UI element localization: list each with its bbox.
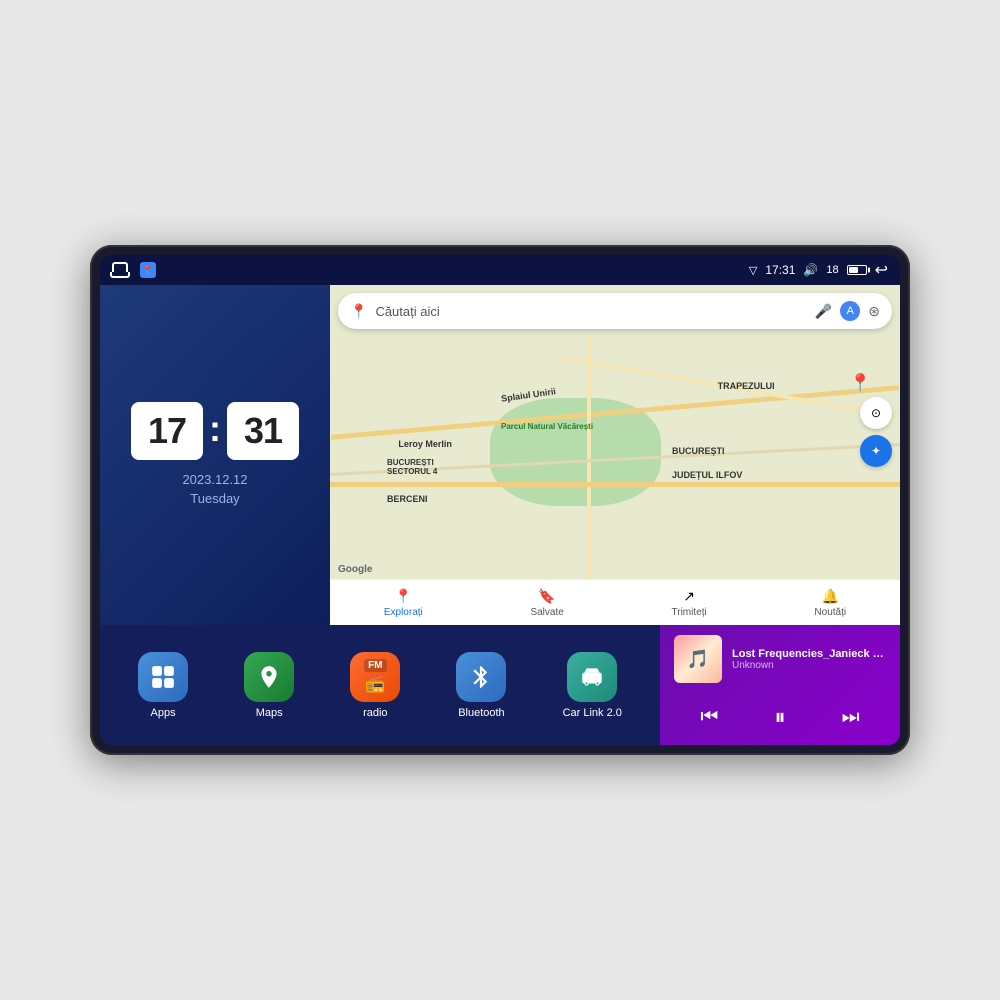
clock-minute: 31 [227,402,299,460]
map-label-ilfov: JUDEȚUL ILFOV [672,470,742,480]
app-item-maps[interactable]: Maps [244,652,294,719]
music-info: 🎵 Lost Frequencies_Janieck Devy-... Unkn… [674,635,886,683]
map-controls: ⊙ ✦ [860,397,892,467]
mic-icon[interactable]: 🎤 [815,303,832,320]
radio-icon: FM 📻 [350,652,400,702]
map-label-leroy: Leroy Merlin [398,439,452,449]
app-item-apps[interactable]: Apps [138,652,188,719]
signal-icon: ▽ [749,264,757,277]
tab-trimiteti[interactable]: ↗ Trimiteți [672,588,707,618]
map-background: TRAPEZULUI BUCUREȘTI JUDEȚUL ILFOV Parcu… [330,337,900,579]
map-label-trapezului: TRAPEZULUI [718,381,775,391]
music-player: 🎵 Lost Frequencies_Janieck Devy-... Unkn… [660,625,900,745]
time-display: 17:31 [765,263,795,277]
album-art: 🎵 [674,635,722,683]
map-label-berceni: BERCENI [387,494,428,504]
map-destination-marker: 📍 [849,373,871,394]
maps-icon [244,652,294,702]
clock-display: 17 : 31 [131,402,299,460]
play-pause-button[interactable]: ⏸ [762,699,798,735]
music-controls: ⏮ ⏸ ⏭ [674,699,886,735]
prev-button[interactable]: ⏮ [691,699,727,735]
battery-icon [847,265,867,275]
status-left: 📍 [112,262,156,278]
apps-label: Apps [151,707,176,719]
map-search-bar[interactable]: 📍 Căutați aici 🎤 A ⊛ [338,293,892,329]
music-text: Lost Frequencies_Janieck Devy-... Unknow… [732,648,886,671]
car-display-device: 📍 ▽ 17:31 🔊 18 ↩ 17 [90,245,910,755]
status-right: ▽ 17:31 🔊 18 ↩ [749,260,888,280]
map-label-sector4: BUCUREȘTISECTORUL 4 [387,458,437,476]
map-bottom-tabs: 📍 Explorați 🔖 Salvate ↗ Trimiteți 🔔 [330,579,900,625]
status-bar: 📍 ▽ 17:31 🔊 18 ↩ [100,255,900,285]
bluetooth-label: Bluetooth [458,707,504,719]
volume-icon: 🔊 [803,263,818,277]
tab-explorati[interactable]: 📍 Explorați [384,588,423,618]
clock-widget: 17 : 31 2023.12.12 Tuesday [100,285,330,625]
music-artist: Unknown [732,660,886,671]
compass-button[interactable]: ⊙ [860,397,892,429]
radio-label: radio [363,707,387,719]
screen: 📍 ▽ 17:31 🔊 18 ↩ 17 [100,255,900,745]
apps-icon [138,652,188,702]
account-icon[interactable]: A [840,301,860,321]
back-button[interactable]: ↩ [875,260,888,280]
app-shortcuts: Apps Maps FM 📻 [100,625,660,745]
top-section: 17 : 31 2023.12.12 Tuesday 📍 Căutați aic… [100,285,900,625]
clock-hour: 17 [131,402,203,460]
maps-label: Maps [256,707,283,719]
carlink-label: Car Link 2.0 [563,707,622,719]
navigation-button[interactable]: ✦ [860,435,892,467]
map-label-bucuresti: BUCUREȘTI [672,446,725,456]
layers-icon[interactable]: ⊛ [868,303,880,320]
bluetooth-icon [456,652,506,702]
clock-date: 2023.12.12 Tuesday [182,470,247,509]
app-item-carlink[interactable]: Car Link 2.0 [563,652,622,719]
google-logo: Google [338,564,372,575]
app-item-radio[interactable]: FM 📻 radio [350,652,400,719]
app-item-bluetooth[interactable]: Bluetooth [456,652,506,719]
maps-status-icon: 📍 [140,262,156,278]
bottom-section: Apps Maps FM 📻 [100,625,900,745]
tab-salvate[interactable]: 🔖 Salvate [530,588,563,618]
tab-noutati[interactable]: 🔔 Noutăți [814,588,846,618]
carlink-icon [567,652,617,702]
map-search-placeholder[interactable]: Căutați aici [375,304,806,319]
map-search-pin-icon: 📍 [350,303,367,320]
battery-level: 18 [826,264,838,276]
next-button[interactable]: ⏭ [833,699,869,735]
music-title: Lost Frequencies_Janieck Devy-... [732,648,886,660]
clock-colon: : [209,408,221,450]
map-widget[interactable]: 📍 Căutați aici 🎤 A ⊛ [330,285,900,625]
main-content: 17 : 31 2023.12.12 Tuesday 📍 Căutați aic… [100,285,900,745]
map-label-parcul: Parcul Natural Văcărești [501,422,593,431]
